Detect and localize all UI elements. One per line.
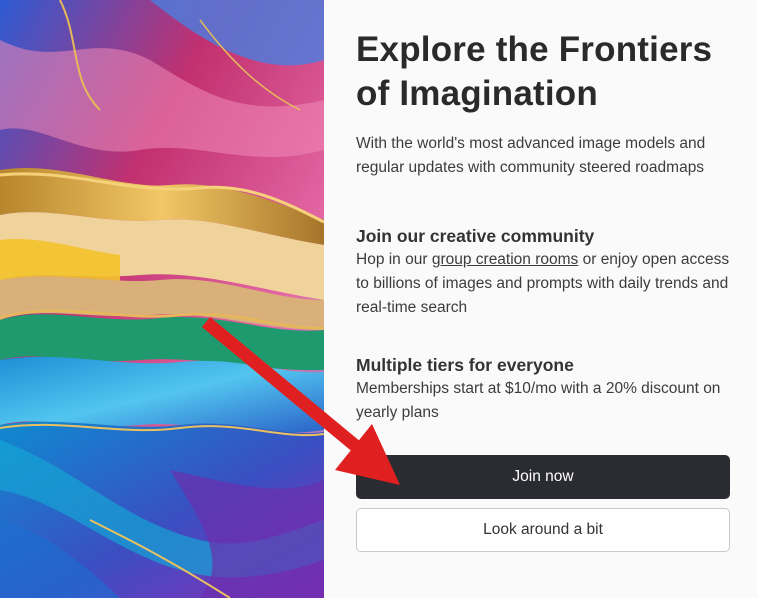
page-title: Explore the Frontiers of Imagination [356, 30, 713, 113]
community-heading: Join our creative community [356, 226, 595, 246]
look-around-button[interactable]: Look around a bit [356, 508, 730, 552]
tiers-section: Multiple tiers for everyone Memberships … [356, 353, 730, 425]
tiers-heading: Multiple tiers for everyone [356, 355, 574, 375]
group-creation-rooms-link[interactable]: group creation rooms [432, 251, 578, 268]
join-now-button[interactable]: Join now [356, 455, 730, 499]
main-content: Explore the Frontiers of Imagination Wit… [324, 0, 757, 598]
marble-art-image [0, 0, 324, 598]
marble-art-graphic [0, 0, 324, 598]
community-body-start: Hop in our [356, 251, 432, 268]
community-body: Hop in our group creation rooms or enjoy… [356, 248, 730, 320]
intro-text: With the world's most advanced image mod… [356, 135, 706, 176]
community-section: Join our creative community Hop in our g… [356, 224, 730, 320]
tiers-body: Memberships start at $10/mo with a 20% d… [356, 380, 721, 421]
